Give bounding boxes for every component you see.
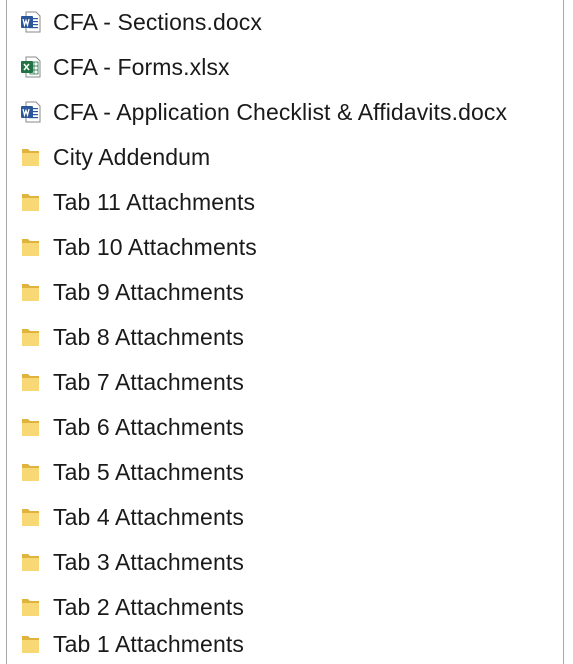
folder-name: Tab 4 Attachments: [53, 503, 244, 530]
folder-name: Tab 6 Attachments: [53, 413, 244, 440]
folder-item-tab-2[interactable]: Tab 2 Attachments: [19, 587, 244, 627]
folder-name: Tab 5 Attachments: [53, 458, 244, 485]
folder-name: Tab 10 Attachments: [53, 233, 257, 260]
folder-icon: [22, 374, 39, 391]
folder-icon: [22, 509, 39, 526]
file-item-sections-docx[interactable]: CFA - Sections.docx: [19, 2, 262, 42]
folder-item-tab-9[interactable]: Tab 9 Attachments: [19, 272, 244, 312]
folder-name: Tab 1 Attachments: [53, 630, 244, 657]
word-document-icon: [21, 11, 41, 33]
folder-icon: [22, 194, 39, 211]
folder-item-tab-1[interactable]: Tab 1 Attachments: [19, 624, 244, 664]
folder-item-tab-11[interactable]: Tab 11 Attachments: [19, 182, 255, 222]
folder-icon: [22, 329, 39, 346]
folder-name: Tab 9 Attachments: [53, 278, 244, 305]
folder-item-tab-3[interactable]: Tab 3 Attachments: [19, 542, 244, 582]
excel-spreadsheet-icon: [21, 56, 41, 78]
file-name: CFA - Application Checklist & Affidavits…: [53, 98, 508, 125]
folder-item-tab-6[interactable]: Tab 6 Attachments: [19, 407, 244, 447]
folder-name: Tab 2 Attachments: [53, 593, 244, 620]
folder-icon: [22, 464, 39, 481]
folder-item-city-addendum[interactable]: City Addendum: [19, 137, 210, 177]
folder-item-tab-5[interactable]: Tab 5 Attachments: [19, 452, 244, 492]
folder-name: Tab 8 Attachments: [53, 323, 244, 350]
folder-icon: [22, 149, 39, 166]
folder-name: City Addendum: [53, 143, 211, 170]
word-document-icon: [21, 101, 41, 123]
file-name: CFA - Forms.xlsx: [53, 53, 230, 80]
folder-icon: [22, 239, 39, 256]
folder-item-tab-10[interactable]: Tab 10 Attachments: [19, 227, 257, 267]
file-item-checklist-docx[interactable]: CFA - Application Checklist & Affidavits…: [19, 92, 507, 132]
folder-name: Tab 3 Attachments: [53, 548, 244, 575]
folder-icon: [22, 284, 39, 301]
folder-item-tab-4[interactable]: Tab 4 Attachments: [19, 497, 244, 537]
folder-item-tab-8[interactable]: Tab 8 Attachments: [19, 317, 244, 357]
file-name: CFA - Sections.docx: [53, 8, 262, 35]
folder-icon: [22, 419, 39, 436]
file-item-forms-xlsx[interactable]: CFA - Forms.xlsx: [19, 47, 230, 87]
folder-name: Tab 11 Attachments: [53, 188, 256, 215]
folder-item-tab-7[interactable]: Tab 7 Attachments: [19, 362, 244, 402]
folder-icon: [22, 599, 39, 616]
folder-icon: [22, 636, 39, 653]
folder-name: Tab 7 Attachments: [53, 368, 244, 395]
folder-icon: [22, 554, 39, 571]
file-list-pane: CFA - Sections.docx CFA - Forms.xlsx CFA…: [6, 0, 564, 664]
